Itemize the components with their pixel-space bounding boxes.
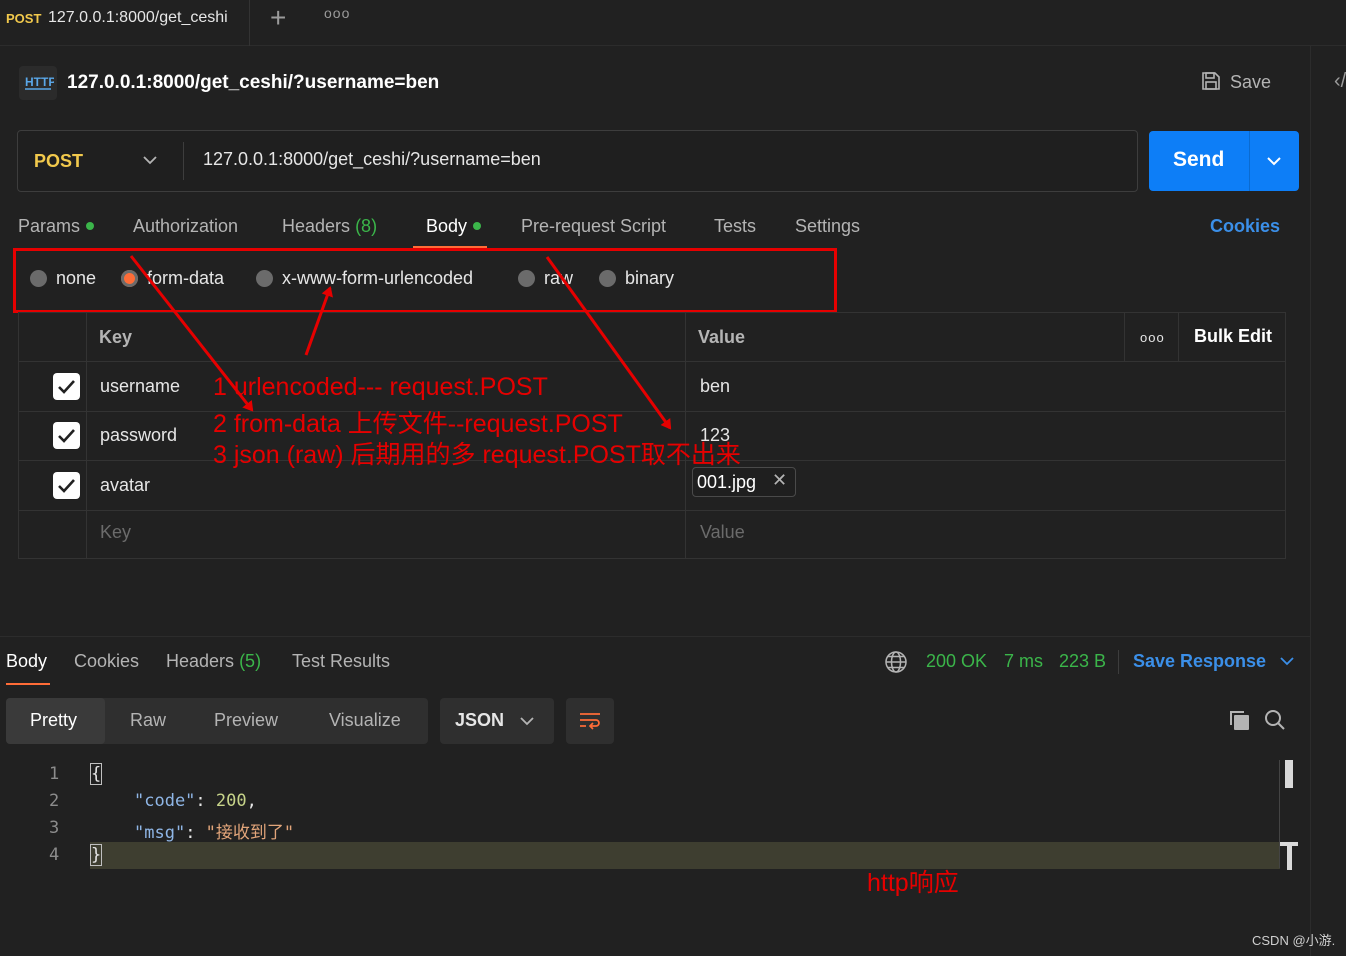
view-visualize[interactable]: Visualize (329, 710, 401, 731)
save-label: Save (1230, 72, 1272, 92)
response-tab-underline (6, 683, 50, 685)
save-button[interactable]: Save (1200, 70, 1271, 93)
checkmark-icon (58, 479, 75, 493)
annotation-line-3: 3 json (raw) 后期用的多 request.POST取不出来 (213, 441, 741, 469)
search-icon[interactable] (1264, 709, 1286, 731)
row-checkbox[interactable] (53, 422, 80, 449)
view-raw[interactable]: Raw (130, 710, 166, 731)
key-header: Key (99, 327, 133, 347)
row-checkbox[interactable] (53, 472, 80, 499)
new-value-input[interactable]: Value (700, 522, 745, 543)
response-headers-count: (5) (239, 651, 262, 671)
tab-url: 127.0.0.1:8000/get_ceshi (48, 9, 228, 26)
row-divider (18, 411, 1286, 412)
file-name: 001.jpg (697, 472, 757, 492)
tab-method: POST (6, 11, 42, 26)
line-number: 3 (49, 818, 60, 838)
column-divider (86, 312, 87, 559)
scrollbar-thumb[interactable] (1285, 760, 1293, 788)
row-key[interactable]: avatar (100, 475, 150, 496)
globe-icon[interactable] (884, 650, 908, 674)
more-options-icon[interactable]: ooo (1140, 330, 1165, 345)
chevron-down-icon (1280, 657, 1294, 666)
save-response-divider (1118, 650, 1119, 674)
code-line: "msg": "接收到了" (134, 823, 295, 843)
response-tab-test-results[interactable]: Test Results (292, 651, 390, 672)
new-key-input[interactable]: Key (100, 522, 131, 543)
send-divider (1249, 131, 1250, 191)
url-input[interactable]: 127.0.0.1:8000/get_ceshi/?username=ben (203, 149, 541, 170)
code-chevron-icon[interactable]: ‹/ (1334, 70, 1346, 93)
row-key[interactable]: username (100, 376, 180, 397)
tab-headers[interactable]: Headers (8) (282, 216, 377, 237)
headers-count: (8) (355, 216, 378, 236)
column-divider (1178, 312, 1179, 361)
status-code[interactable]: 200 OK (926, 651, 987, 672)
request-title: 127.0.0.1:8000/get_ceshi/?username=ben (67, 72, 440, 93)
value-header: Value (698, 327, 746, 347)
current-line-highlight (90, 842, 1280, 869)
line-number: 4 (49, 845, 60, 865)
url-bar (17, 130, 1138, 192)
save-icon (1202, 72, 1220, 90)
tab-pre-request-script[interactable]: Pre-request Script (521, 216, 666, 237)
watermark: CSDN @小游. (1252, 933, 1336, 948)
method-select[interactable]: POST (34, 151, 83, 172)
code-line: "code": 200, (134, 791, 257, 811)
row-checkbox[interactable] (53, 373, 80, 400)
chevron-down-icon (520, 717, 534, 726)
more-tabs-icon[interactable]: ooo (324, 5, 350, 21)
close-brace: } (90, 844, 103, 866)
checkmark-icon (58, 429, 75, 443)
remove-file-icon[interactable]: ✕ (772, 470, 787, 491)
view-preview[interactable]: Preview (214, 710, 278, 731)
svg-text:HTTP: HTTP (25, 75, 54, 89)
row-key[interactable]: password (100, 425, 177, 446)
response-divider (0, 636, 1310, 637)
copy-icon[interactable] (1227, 708, 1251, 732)
url-divider (183, 142, 184, 180)
annotation-box (13, 248, 837, 313)
params-indicator (86, 222, 95, 230)
view-pretty[interactable]: Pretty (30, 710, 77, 731)
response-tab-body[interactable]: Body (6, 651, 47, 672)
send-options-chevron-icon[interactable] (1266, 151, 1282, 171)
bulk-edit-button[interactable]: Bulk Edit (1194, 326, 1272, 347)
annotation-line-1: 1 urlencoded--- request.POST (213, 373, 548, 401)
send-label: Send (1173, 148, 1225, 171)
right-sidebar (1310, 46, 1346, 956)
text-cursor-icon (1280, 842, 1298, 870)
chevron-down-icon[interactable] (142, 150, 158, 170)
response-time[interactable]: 7 ms (1004, 651, 1043, 672)
wrap-lines-icon (580, 713, 600, 730)
row-divider (18, 510, 1286, 511)
column-divider (1124, 312, 1125, 361)
save-response-button[interactable]: Save Response (1133, 651, 1295, 672)
new-tab-plus-icon[interactable]: + (270, 2, 286, 34)
line-number: 2 (49, 791, 60, 811)
tab-authorization[interactable]: Authorization (133, 216, 238, 237)
tab-settings[interactable]: Settings (795, 216, 860, 237)
table-header-divider (18, 361, 1286, 362)
tab-tests[interactable]: Tests (714, 216, 756, 237)
response-tab-headers[interactable]: Headers (5) (166, 651, 261, 672)
response-size[interactable]: 223 B (1059, 651, 1106, 672)
tab-params[interactable]: Params (18, 216, 95, 237)
checkmark-icon (58, 380, 75, 394)
line-number: 1 (49, 764, 60, 784)
tab-body[interactable]: Body (426, 216, 482, 237)
row-value[interactable]: ben (700, 376, 730, 397)
response-tab-cookies[interactable]: Cookies (74, 651, 139, 672)
format-label: JSON (455, 710, 505, 730)
body-indicator (473, 222, 482, 230)
open-brace: { (90, 763, 103, 785)
http-icon: HTTP (19, 66, 57, 100)
cookies-link[interactable]: Cookies (1210, 216, 1280, 237)
